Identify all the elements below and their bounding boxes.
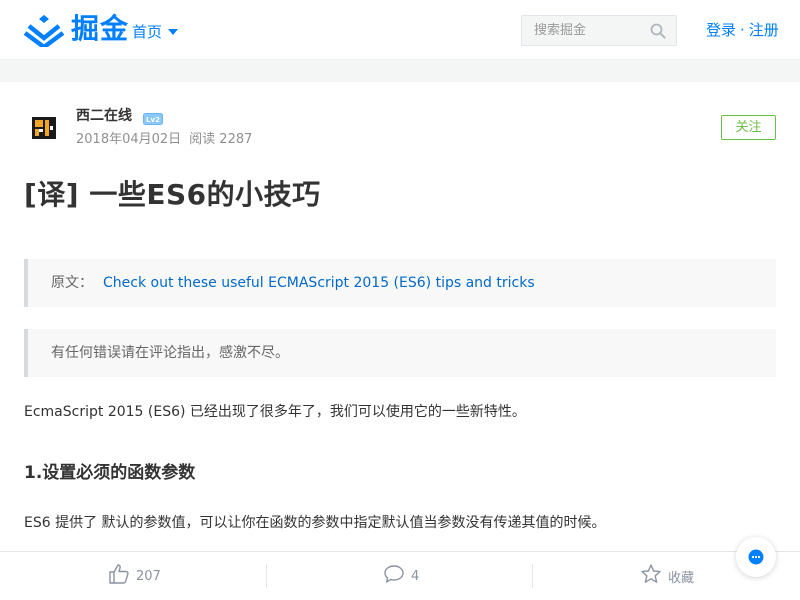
action-divider — [266, 564, 267, 588]
svg-text:Lv2: Lv2 — [146, 116, 160, 124]
chat-float-button[interactable] — [736, 537, 776, 577]
author-avatar[interactable] — [24, 108, 64, 148]
caret-down-icon — [168, 29, 179, 35]
author-name[interactable]: 西二在线 — [76, 106, 132, 126]
collect-label: 收藏 — [668, 570, 695, 586]
section-heading: 1.设置必须的函数参数 — [24, 463, 196, 483]
auth-separator: · — [740, 21, 745, 39]
original-source-text: 原文： Check out these useful ECMAScript 201… — [51, 273, 535, 293]
brand-name[interactable]: 掘金 — [71, 11, 129, 47]
home-dropdown[interactable]: 首页 — [132, 20, 179, 42]
action-divider — [532, 564, 533, 588]
comment-count: 4 — [411, 568, 420, 584]
translator-note: 有任何错误请在评论指出，感激不尽。 — [51, 345, 289, 361]
home-dropdown-label: 首页 — [132, 22, 163, 41]
chat-icon — [748, 549, 764, 565]
original-source-quote: 原文： Check out these useful ECMAScript 201… — [24, 259, 776, 307]
search-box — [521, 15, 677, 46]
article-title: [译] 一些ES6的小技巧 — [24, 178, 321, 211]
register-link[interactable]: 注册 — [749, 19, 779, 41]
like-button[interactable]: 207 — [108, 552, 161, 600]
header-gap — [0, 60, 800, 82]
login-link[interactable]: 登录 — [706, 19, 736, 41]
publish-date: 2018年04月02日 — [76, 132, 182, 147]
level-badge: Lv2 — [143, 110, 163, 125]
section-paragraph: ES6 提供了 默认的参数值，可以让你在函数的参数中指定默认值当参数没有传递其值… — [24, 515, 606, 531]
like-count: 207 — [136, 568, 161, 584]
translator-note-quote: 有任何错误请在评论指出，感激不尽。 — [24, 329, 776, 377]
follow-button[interactable]: 关注 — [721, 115, 776, 140]
comment-bubble-icon — [383, 563, 405, 589]
original-prefix: 原文： — [51, 275, 93, 291]
top-nav: 掘金 首页 登录 · 注册 — [0, 0, 800, 60]
intro-paragraph: EcmaScript 2015 (ES6) 已经出现了很多年了，我们可以使用它的… — [24, 404, 526, 420]
search-input[interactable] — [522, 16, 646, 45]
star-icon — [640, 563, 662, 589]
juejin-logo-icon[interactable] — [23, 13, 65, 50]
comment-button[interactable]: 4 — [383, 552, 419, 600]
original-article-link[interactable]: Check out these useful ECMAScript 2015 (… — [103, 275, 535, 291]
auth-links: 登录 · 注册 — [706, 19, 779, 41]
article-meta: 2018年04月02日 阅读 2287 — [76, 130, 252, 150]
action-bar: 207 4 收藏 — [0, 551, 800, 600]
thumbs-up-icon — [108, 563, 130, 589]
collect-button[interactable]: 收藏 — [640, 552, 694, 600]
search-icon[interactable] — [650, 23, 666, 39]
read-count: 阅读 2287 — [189, 132, 253, 147]
